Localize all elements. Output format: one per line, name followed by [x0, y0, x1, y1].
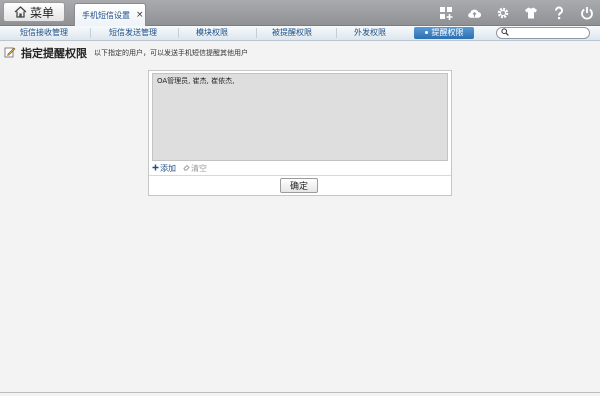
tab-sms-send[interactable]: 短信发送管理	[97, 26, 169, 40]
grid-plus-icon[interactable]	[439, 6, 454, 21]
page-description: 以下指定的用户，可以发送手机短信提醒其他用户	[94, 49, 248, 57]
help-icon[interactable]	[551, 6, 566, 21]
plus-icon	[152, 164, 159, 173]
edit-icon	[4, 46, 16, 61]
tab-remind-permissions-label: 提醒权限	[431, 28, 464, 37]
nav-separator	[90, 28, 91, 38]
selected-users-textarea[interactable]: OA管理员, 崔杰, 崔依杰,	[152, 73, 448, 161]
page-title: 指定提醒权限	[21, 47, 87, 60]
close-icon[interactable]: ×	[136, 10, 144, 20]
menu-button[interactable]: 菜单	[3, 2, 65, 22]
remind-permission-panel: OA管理员, 崔杰, 崔依杰, 添加 清空 确定	[148, 70, 452, 196]
confirm-button[interactable]: 确定	[280, 178, 318, 193]
toolbar-icons	[439, 4, 594, 22]
tab-remind-permissions[interactable]: 提醒权限	[414, 27, 474, 39]
bottom-border	[0, 392, 600, 393]
active-dot	[424, 31, 428, 34]
search-icon	[501, 27, 509, 39]
nav-separator	[336, 28, 337, 38]
clear-link[interactable]: 清空	[183, 163, 207, 174]
clear-label: 清空	[191, 163, 207, 173]
tab-label: 手机短信设置	[82, 10, 130, 20]
nav-separator	[178, 28, 179, 38]
cloud-upload-icon[interactable]	[467, 6, 482, 21]
nav-separator	[256, 28, 257, 38]
menu-label: 菜单	[29, 5, 54, 20]
nav-bar: 短信接收管理 短信发送管理 模块权限 被提醒权限 外发权限 提醒权限	[0, 26, 600, 41]
tab-outbound-permissions[interactable]: 外发权限	[342, 26, 398, 40]
gear-icon[interactable]	[495, 6, 510, 21]
eraser-icon	[183, 164, 190, 173]
tab-module-permissions[interactable]: 模块权限	[184, 26, 240, 40]
home-icon	[14, 6, 27, 18]
add-label: 添加	[160, 163, 176, 173]
tab-reminded-permissions[interactable]: 被提醒权限	[262, 26, 322, 40]
search-box[interactable]	[496, 27, 590, 39]
shirt-icon[interactable]	[523, 6, 538, 21]
power-icon[interactable]	[579, 6, 594, 21]
tab-sms-receive[interactable]: 短信接收管理	[8, 26, 80, 40]
top-bar: 菜单 手机短信设置 ×	[0, 0, 600, 26]
page-header: 指定提醒权限 以下指定的用户，可以发送手机短信提醒其他用户	[4, 46, 248, 60]
search-input[interactable]	[509, 28, 589, 38]
user-actions: 添加 清空	[152, 163, 207, 173]
add-link[interactable]: 添加	[152, 163, 176, 174]
panel-divider	[149, 175, 451, 176]
tab-sms-settings[interactable]: 手机短信设置 ×	[74, 3, 146, 26]
